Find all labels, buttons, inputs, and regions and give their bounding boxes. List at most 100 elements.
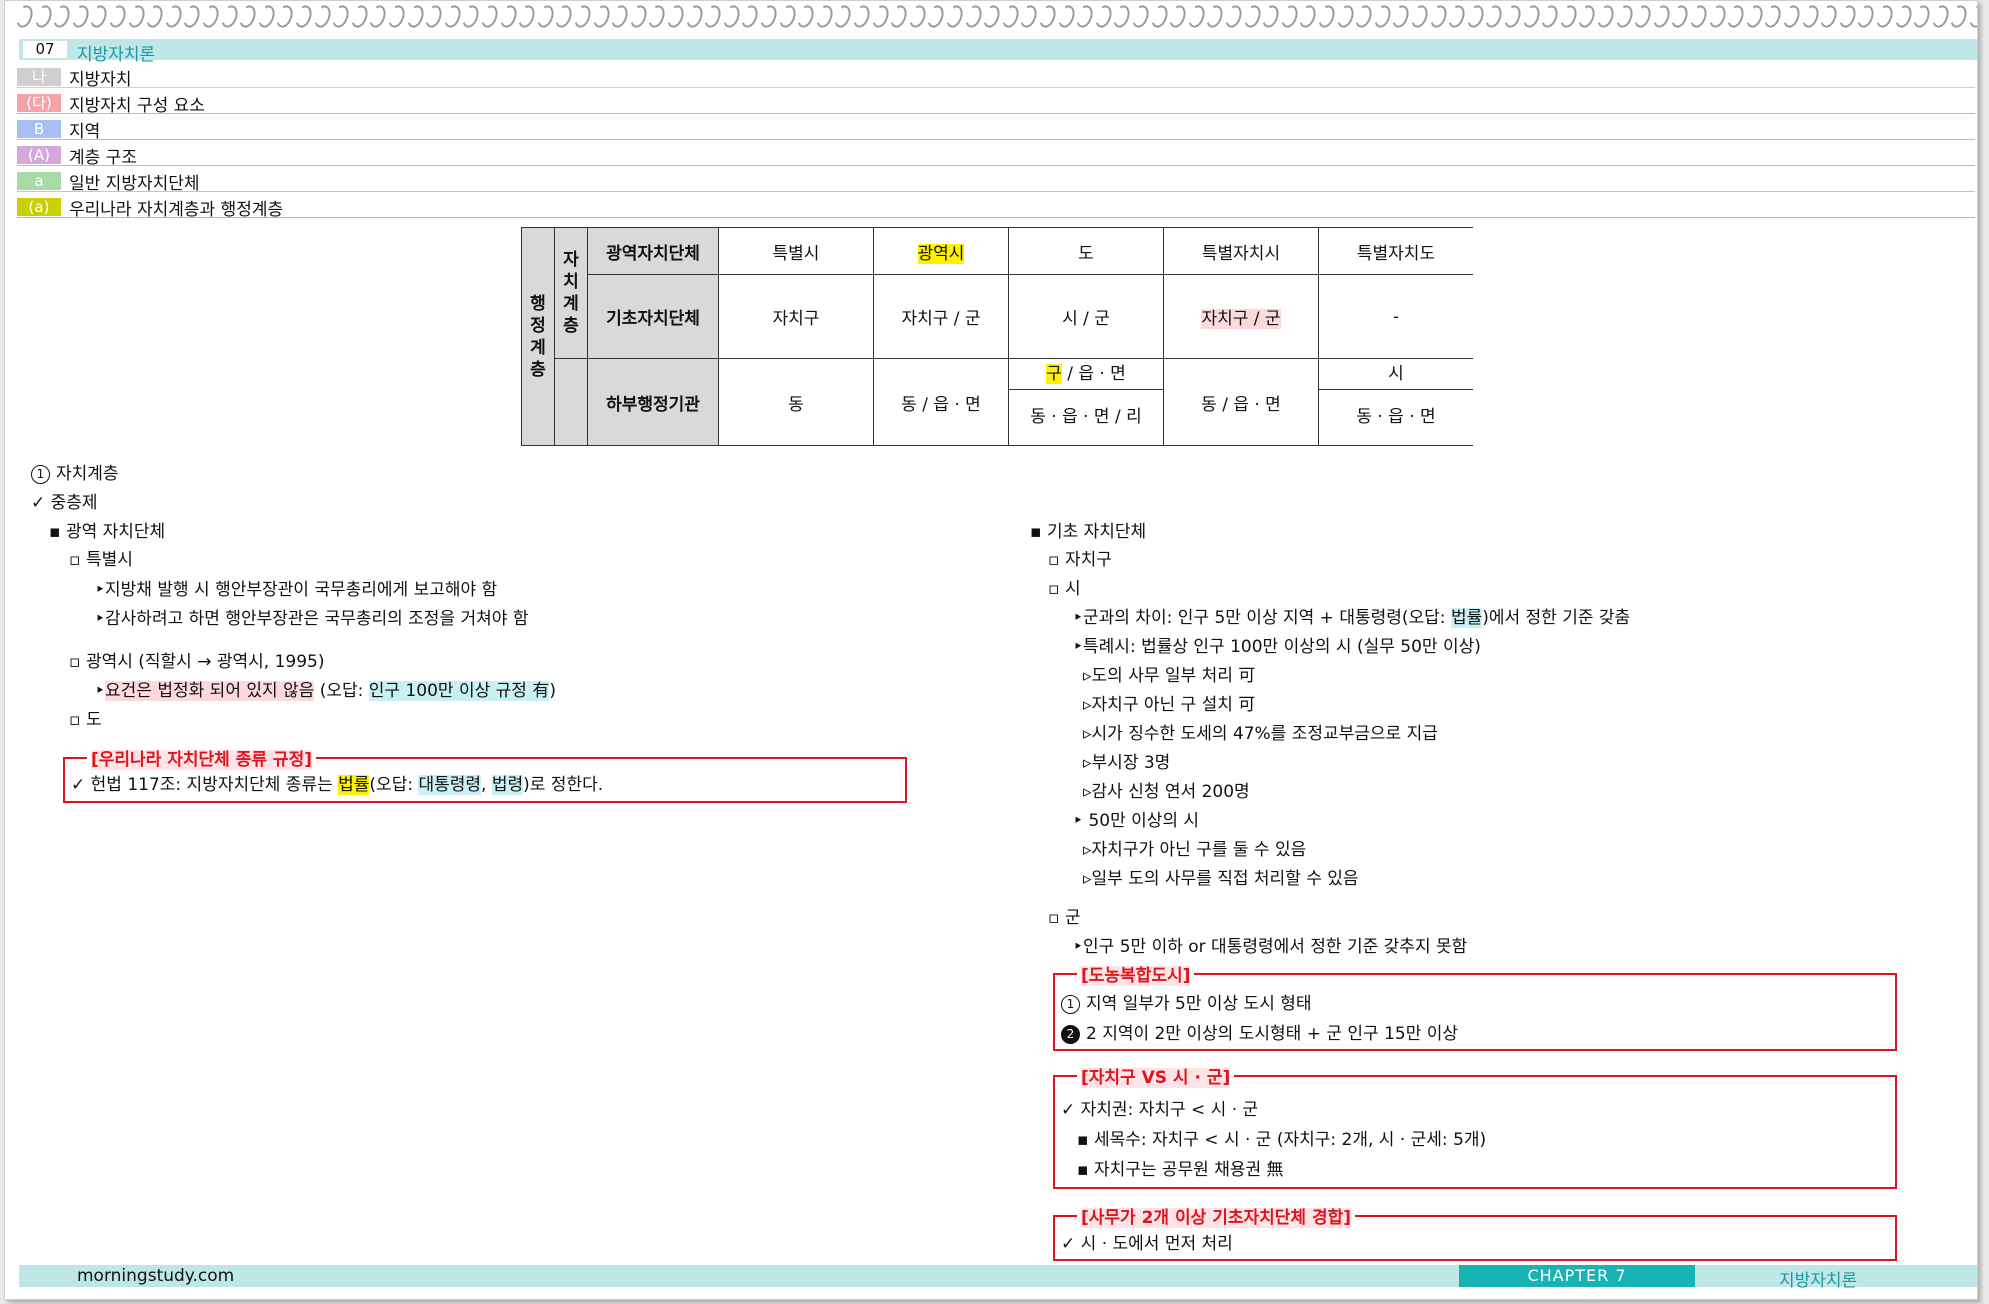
ring-icon [1557,3,1580,30]
ring-icon [943,3,966,30]
ring-icon [1780,3,1803,30]
ring-icon [608,3,631,30]
header-tag: 나 [17,68,61,86]
ring-icon [924,3,947,30]
ring-icon [366,3,389,30]
ring-icon [1650,3,1673,30]
ring-icon [720,3,743,30]
ring-icon [1371,3,1394,30]
ring-icon [1743,3,1766,30]
ring-icon [831,3,854,30]
cell-metro-2: 광역시 [873,227,1009,275]
ring-icon [869,3,892,30]
ring-icon [1668,3,1691,30]
list-item: ‣ 50만 이상의 시 [1073,811,1200,831]
header-text: 지역 [69,121,101,142]
section-heading: 1 자치계층 [31,459,119,484]
ring-icon [1501,3,1524,30]
header-tag: a [17,172,61,190]
ring-icon [348,3,371,30]
cell-metro-5: 특별자치도 [1318,227,1473,275]
ring-icon [906,3,929,30]
note-box-title: [사무가 2개 이상 기초자치단체 경합] [1077,1203,1356,1228]
ring-icon [1073,3,1096,30]
ring-icon [813,3,836,30]
ring-icon [1482,3,1505,30]
cell-basic-3: 시 / 군 [1008,274,1164,359]
chapter-number: 07 [23,41,67,58]
row-label-sub: 하부행정기관 [587,358,719,446]
ring-icon [478,3,501,30]
ring-icon [1055,3,1078,30]
ring-icon [162,3,185,30]
chapter-label: CHAPTER 7 [1459,1265,1695,1287]
ring-icon [645,3,668,30]
header-text: 계층 구조 [69,147,137,168]
cell-basic-1: 자치구 [718,274,874,359]
ring-icon [404,3,427,30]
note-box: [우리나라 자치단체 종류 규정] ✓ 헌법 117조: 지방자치단체 종류는 … [63,745,907,803]
chapter-title-bar: 07 지방자치론 [19,39,1977,65]
ring-icon [757,3,780,30]
ring-icon [32,3,55,30]
spiral-binding [5,1,1977,30]
ring-icon [1947,3,1970,30]
header-text: 일반 지방자치단체 [69,173,200,194]
ring-icon [627,3,650,30]
list-item: ▫ 군 [1048,908,1081,928]
ring-icon [1836,3,1859,30]
header-tag: (a) [17,198,61,216]
ring-icon [738,3,761,30]
ring-icon [701,3,724,30]
ring-icon [1427,3,1450,30]
ring-icon [962,3,985,30]
ring-icon [1092,3,1115,30]
ring-icon [1724,3,1747,30]
ring-icon [1129,3,1152,30]
ring-icon [850,3,873,30]
header-text: 우리나라 자치계층과 행정계층 [69,199,284,220]
ring-icon [1538,3,1561,30]
note-box-title: [우리나라 자치단체 종류 규정] [87,745,316,770]
ring-icon [106,3,129,30]
ring-icon [311,3,334,30]
note-box-title: [도농복합도시] [1077,961,1195,986]
list-item: ▹감사 신청 연서 200명 [1083,782,1250,802]
ring-icon [422,3,445,30]
list-item: ▹시가 징수한 도세의 47%를 조정교부금으로 지급 [1083,724,1438,744]
list-item: ▫ 특별시 [69,550,133,570]
list-item: ‣감사하려고 하면 행안부장관은 국무총리의 조정을 거쳐야 함 [95,609,529,629]
ring-icon [1687,3,1710,30]
list-item: ▹자치구가 아닌 구를 둘 수 있음 [1083,840,1307,860]
list-item: ▫ 광역시 (직할시 → 광역시, 1995) [69,652,325,672]
header-tag: (A) [17,146,61,164]
ring-icon [143,3,166,30]
ring-icon [552,3,575,30]
ring-icon [1464,3,1487,30]
ring-icon [50,3,73,30]
ring-icon [794,3,817,30]
ring-icon [1241,3,1264,30]
ring-icon [1445,3,1468,30]
list-item: ▫ 도 [69,710,102,730]
row-head-inner: 자 치 계 층 [554,227,588,359]
ring-icon [1352,3,1375,30]
ring-icon [571,3,594,30]
ring-icon [1575,3,1598,30]
list-item: ‣지방채 발행 시 행안부장관이 국무총리에게 보고해야 함 [95,580,498,600]
ring-icon [1036,3,1059,30]
list-item: ▫ 시 [1048,579,1081,599]
ring-icon [1854,3,1877,30]
ring-icon [1706,3,1729,30]
section-header: (A) 계층 구조 [17,145,1975,168]
ring-icon [1910,3,1933,30]
ring-icon [1613,3,1636,30]
ring-icon [1761,3,1784,30]
ring-icon [515,3,538,30]
ring-icon [459,3,482,30]
ring-icon [1278,3,1301,30]
notebook-page: 07 지방자치론 나 지방자치 (다) 지방자치 구성 요소 B 지역 (A) 계층 구조 a 일… [4,0,1978,1300]
ring-icon [1110,3,1133,30]
section-header: 나 지방자치 [17,67,1975,90]
cell-sub-5: 시 동 · 읍 · 면 [1318,358,1473,446]
